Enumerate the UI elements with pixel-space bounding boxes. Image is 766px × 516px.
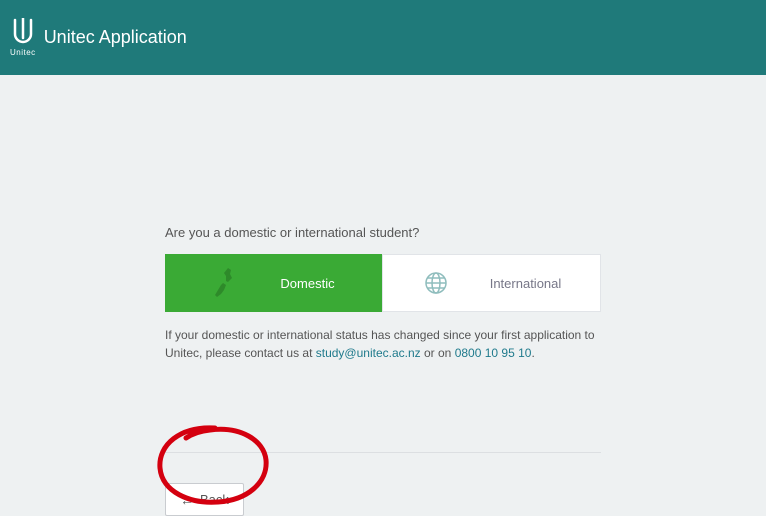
footer: ← Back <box>165 452 601 516</box>
contact-email-link[interactable]: study@unitec.ac.nz <box>316 346 421 360</box>
arrow-left-icon: ← <box>180 493 194 507</box>
logo: Unitec <box>10 18 36 57</box>
student-type-toggle: Domestic International <box>165 254 601 312</box>
main-content: Are you a domestic or international stud… <box>0 225 766 516</box>
app-title: Unitec Application <box>44 27 187 48</box>
student-type-question: Are you a domestic or international stud… <box>165 225 601 240</box>
help-mid: or on <box>421 346 455 360</box>
back-label: Back <box>200 492 229 507</box>
globe-icon <box>422 271 450 295</box>
international-label: International <box>490 276 562 291</box>
international-button[interactable]: International <box>382 254 601 312</box>
domestic-label: Domestic <box>280 276 334 291</box>
domestic-button[interactable]: Domestic <box>165 254 382 312</box>
logo-text: Unitec <box>10 48 36 57</box>
help-suffix: . <box>531 346 534 360</box>
nz-map-icon <box>212 266 240 300</box>
header: Unitec Unitec Application <box>0 0 766 75</box>
status-change-help: If your domestic or international status… <box>165 326 601 362</box>
contact-phone-link[interactable]: 0800 10 95 10 <box>455 346 532 360</box>
back-button[interactable]: ← Back <box>165 483 244 516</box>
unitec-logo-icon <box>11 18 35 46</box>
